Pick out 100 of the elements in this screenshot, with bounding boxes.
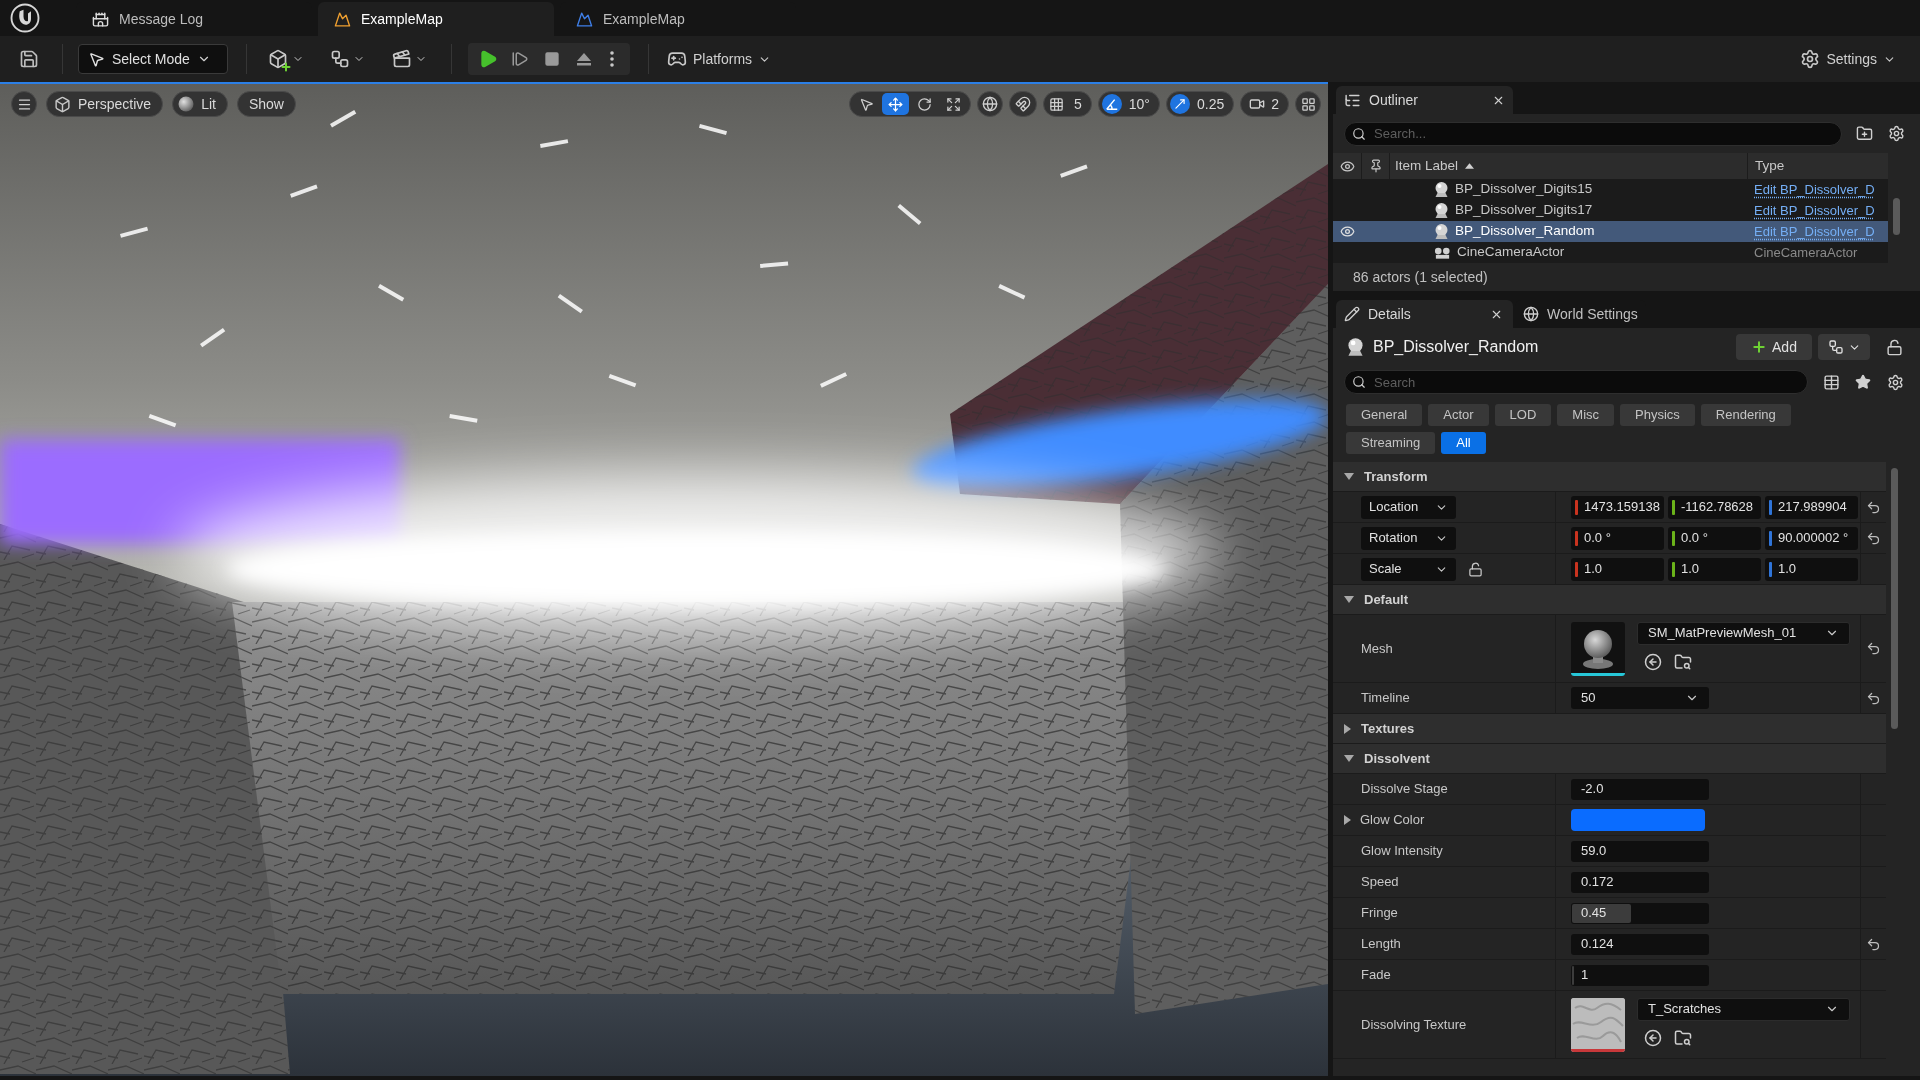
scrollbar-thumb[interactable] — [1893, 198, 1900, 235]
number-field[interactable]: 0.0 ° — [1668, 526, 1761, 550]
settings-button[interactable]: Settings — [1796, 43, 1900, 75]
property-dropdown[interactable]: Rotation — [1361, 526, 1456, 550]
number-field[interactable]: 0.172 — [1571, 871, 1709, 893]
use-selected-button[interactable] — [1643, 1027, 1663, 1048]
number-field[interactable]: 1.0 — [1765, 557, 1858, 581]
use-selected-button[interactable] — [1643, 651, 1663, 672]
gamepad-icon — [667, 49, 687, 69]
axis-marker-icon — [1575, 530, 1578, 546]
number-field[interactable]: -2.0 — [1571, 778, 1709, 800]
filter-chip[interactable]: All — [1441, 432, 1486, 454]
filter-chip[interactable]: LOD — [1494, 404, 1552, 426]
lock-button[interactable] — [1884, 337, 1904, 357]
triangle-right-icon[interactable] — [1344, 723, 1351, 734]
edit-blueprint-link[interactable]: Edit BP_Dissolver_D — [1754, 179, 1875, 200]
menu-icon — [16, 96, 32, 112]
number-field[interactable]: 1473.159138 — [1571, 495, 1664, 519]
arrow-circle-icon — [1644, 1028, 1662, 1047]
engine-logo-icon[interactable] — [10, 3, 40, 33]
save-icon — [19, 49, 39, 69]
number-field[interactable]: 90.000002 ° — [1765, 526, 1858, 550]
details-settings-button[interactable] — [1886, 373, 1904, 391]
outliner-row[interactable]: BP_Dissolver_Digits15 Edit BP_Dissolver_D — [1333, 179, 1888, 200]
eye-icon[interactable] — [1339, 158, 1355, 174]
lighting-mode-button[interactable]: Lit — [172, 91, 228, 117]
section-header[interactable]: Transform — [1333, 462, 1886, 492]
favorites-button[interactable] — [1854, 373, 1873, 391]
sphere-on-stand-icon — [1434, 181, 1449, 198]
reset-arrow-icon — [1866, 936, 1881, 952]
property-label: Timeline — [1361, 689, 1410, 708]
scrollbar-thumb[interactable] — [1891, 468, 1898, 729]
section-header[interactable]: Default — [1333, 585, 1886, 615]
reset-arrow-icon — [1866, 499, 1881, 515]
magnet-icon — [1015, 96, 1031, 112]
play-icon — [478, 49, 498, 69]
globe-icon — [1523, 306, 1539, 322]
number-field[interactable]: -1162.78628 — [1668, 495, 1761, 519]
number-field[interactable]: 1.0 — [1668, 557, 1761, 581]
filter-chip[interactable]: Misc — [1557, 404, 1615, 426]
actor-name: BP_Dissolver_Random — [1373, 337, 1539, 357]
property-dropdown[interactable]: Location — [1361, 495, 1456, 519]
folder-search-icon — [1674, 1028, 1692, 1047]
scale-snap-button[interactable]: 0.25 — [1165, 91, 1235, 117]
platforms-button[interactable]: Platforms — [663, 43, 776, 75]
value-dropdown[interactable]: 50 — [1571, 687, 1709, 709]
color-swatch[interactable] — [1571, 809, 1705, 831]
outliner-row[interactable]: CineCameraActor CineCameraActor — [1333, 242, 1888, 263]
property-label: Dissolving Texture — [1361, 1015, 1467, 1034]
filter-chip[interactable]: Actor — [1428, 404, 1489, 426]
section-header[interactable]: Textures — [1333, 714, 1886, 744]
slider-field[interactable]: 1 — [1571, 964, 1709, 986]
outliner-settings-button[interactable] — [1886, 123, 1906, 144]
angle-snap-button[interactable]: 10° — [1097, 91, 1160, 117]
property-dropdown[interactable]: Scale — [1361, 557, 1456, 581]
actor-label: CineCameraActor — [1457, 243, 1565, 262]
number-field[interactable]: 217.989904 — [1765, 495, 1858, 519]
panel-tab[interactable]: Details — [1336, 300, 1513, 328]
pin-icon[interactable] — [1368, 159, 1383, 173]
search-field[interactable]: Search... — [1344, 121, 1842, 146]
sphere-thumbnail-icon[interactable] — [1571, 621, 1625, 676]
edit-blueprint-link[interactable]: Edit BP_Dissolver_D — [1754, 200, 1875, 221]
document-tab[interactable]: ExampleMap — [318, 2, 554, 36]
triangle-right-icon[interactable] — [1344, 815, 1351, 825]
triangle-down-icon[interactable] — [1344, 596, 1354, 603]
mountain-icon — [576, 10, 593, 28]
section-header[interactable]: Dissolvent — [1333, 744, 1886, 774]
axis-marker-icon — [1575, 499, 1578, 515]
filter-chip[interactable]: General — [1346, 404, 1423, 426]
property-label: Fringe — [1361, 904, 1398, 923]
triangle-down-icon[interactable] — [1344, 473, 1354, 480]
lock-open-icon[interactable] — [1468, 561, 1483, 577]
layout-grid-icon — [1300, 96, 1316, 112]
filter-chip[interactable]: Streaming — [1346, 432, 1436, 454]
number-field[interactable]: 0.124 — [1571, 933, 1709, 955]
search-field[interactable]: Search — [1344, 370, 1809, 394]
slider-field[interactable]: 0.45 — [1571, 902, 1709, 924]
mode-dropdown[interactable]: Select Mode — [78, 44, 228, 74]
add-button[interactable]: Add — [1736, 334, 1812, 360]
eye-icon[interactable] — [1340, 224, 1355, 239]
view-mode-button[interactable]: Perspective — [46, 91, 164, 117]
blueprint-dropdown[interactable] — [1818, 334, 1870, 360]
column-header[interactable]: Item Label — [1390, 153, 1747, 179]
number-field[interactable]: 1.0 — [1571, 557, 1664, 581]
triangle-down-icon[interactable] — [1344, 755, 1354, 762]
outliner-row[interactable]: BP_Dissolver_Random Edit BP_Dissolver_D — [1333, 221, 1888, 242]
search-icon — [1352, 126, 1366, 141]
outliner-tab[interactable]: Outliner — [1336, 86, 1513, 114]
number-field[interactable]: 59.0 — [1571, 840, 1709, 862]
property-label: Mesh — [1361, 639, 1393, 658]
filter-chip[interactable]: Rendering — [1700, 404, 1791, 426]
number-field[interactable]: 0.0 ° — [1571, 526, 1664, 550]
asset-dropdown[interactable]: SM_MatPreviewMesh_01 — [1637, 621, 1850, 645]
table-view-button[interactable] — [1822, 373, 1841, 391]
noise-texture-icon[interactable] — [1571, 997, 1625, 1052]
sort-triangle-icon — [1465, 163, 1475, 169]
filter-chip[interactable]: Physics — [1620, 404, 1695, 426]
move-tool-button[interactable] — [882, 93, 909, 115]
outliner-row[interactable]: BP_Dissolver_Digits17 Edit BP_Dissolver_D — [1333, 200, 1888, 221]
asset-dropdown[interactable]: T_Scratches — [1637, 997, 1850, 1021]
